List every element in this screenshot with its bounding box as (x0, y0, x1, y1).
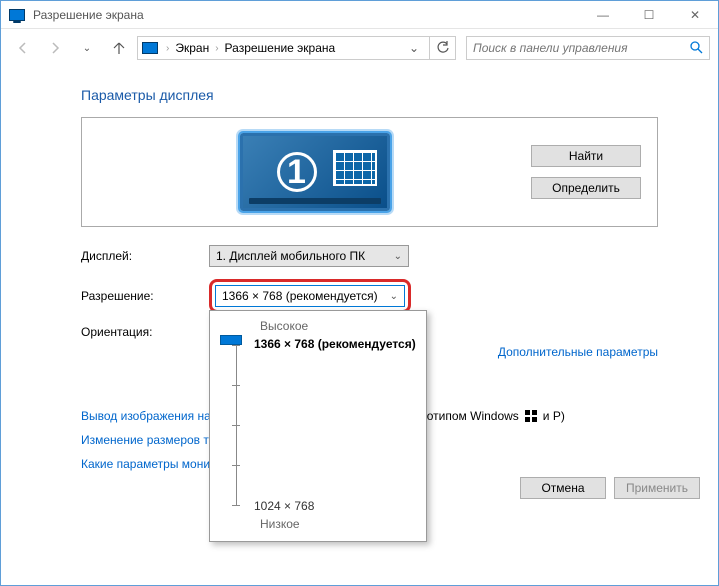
orientation-label: Ориентация: (81, 325, 209, 339)
resolution-select[interactable]: 1366 × 768 (рекомендуется) ⌄ (215, 285, 405, 307)
search-box[interactable] (466, 36, 710, 60)
breadcrumb[interactable]: › Экран › Разрешение экрана ⌄ (137, 36, 430, 60)
apply-button[interactable]: Применить (614, 477, 700, 499)
dropdown-selected[interactable]: 1366 × 768 (рекомендуется) (254, 337, 416, 351)
dropdown-values: 1366 × 768 (рекомендуется) 1024 × 768 (254, 335, 416, 513)
search-input[interactable] (473, 41, 689, 55)
up-button[interactable] (105, 34, 133, 62)
arrow-up-icon (111, 40, 127, 56)
chevron-down-icon: ⌄ (390, 291, 398, 302)
preview-buttons: Найти Определить (531, 145, 641, 199)
search-icon[interactable] (689, 40, 703, 57)
monitor-icon (9, 9, 25, 21)
page-title: Параметры дисплея (81, 87, 658, 103)
dropdown-high-label: Высокое (260, 319, 416, 333)
slider-column (220, 335, 242, 505)
arrow-left-icon (15, 40, 31, 56)
navbar: ⌄ › Экран › Разрешение экрана ⌄ (1, 29, 718, 67)
projector-key: и P) (543, 409, 565, 423)
refresh-button[interactable] (430, 36, 456, 60)
display-label: Дисплей: (81, 249, 209, 263)
resolution-value: 1366 × 768 (рекомендуется) (222, 289, 378, 303)
dropdown-body: 1366 × 768 (рекомендуется) 1024 × 768 (220, 335, 416, 513)
back-button[interactable] (9, 34, 37, 62)
monitor-grid-icon (333, 150, 377, 186)
highlight-box: 1366 × 768 (рекомендуется) ⌄ (209, 279, 411, 313)
dropdown-option-1024[interactable]: 1024 × 768 (254, 499, 416, 513)
footer-buttons: Отмена Применить (520, 477, 700, 499)
chevron-down-icon: ⌄ (394, 251, 402, 262)
chevron-right-icon: › (164, 43, 171, 54)
dropdown-low-label: Низкое (260, 517, 416, 531)
additional-params-link[interactable]: Дополнительные параметры (498, 345, 658, 359)
find-button[interactable]: Найти (531, 145, 641, 167)
display-preview-box: 1 Найти Определить (81, 117, 658, 227)
monitor-number: 1 (277, 152, 317, 192)
cancel-button[interactable]: Отмена (520, 477, 606, 499)
window-title: Разрешение экрана (33, 8, 580, 22)
close-button[interactable]: ✕ (672, 1, 718, 28)
forward-button[interactable] (41, 34, 69, 62)
slider-handle[interactable] (220, 335, 242, 345)
breadcrumb-item-ekran[interactable]: Экран (173, 41, 211, 55)
which-params-link[interactable]: Какие параметры мони (81, 457, 210, 471)
window-controls: — ☐ ✕ (580, 1, 718, 28)
chevron-down-icon[interactable]: ⌄ (403, 41, 425, 55)
row-display: Дисплей: 1. Дисплей мобильного ПК ⌄ (81, 245, 658, 267)
refresh-icon (436, 41, 450, 55)
resolution-label: Разрешение: (81, 289, 209, 303)
monitor-taskbar-icon (249, 198, 381, 204)
display-value: 1. Дисплей мобильного ПК (216, 249, 365, 263)
recent-button[interactable]: ⌄ (73, 34, 101, 62)
display-select[interactable]: 1. Дисплей мобильного ПК ⌄ (209, 245, 409, 267)
slider-track[interactable] (236, 345, 237, 505)
row-resolution: Разрешение: 1366 × 768 (рекомендуется) ⌄ (81, 279, 658, 313)
arrow-right-icon (47, 40, 63, 56)
monitor-icon (142, 42, 158, 54)
resolution-dropdown[interactable]: Высокое 1366 × 768 (рекомендуется) 1024 … (209, 310, 427, 542)
minimize-button[interactable]: — (580, 1, 626, 28)
textsize-link[interactable]: Изменение размеров те (81, 433, 215, 447)
monitor-thumbnail[interactable]: 1 (240, 133, 390, 211)
chevron-right-icon: › (213, 43, 220, 54)
projector-text: отипом Windows (427, 409, 519, 423)
windows-logo-icon (525, 410, 537, 422)
projector-link[interactable]: Вывод изображения на (81, 409, 211, 423)
maximize-button[interactable]: ☐ (626, 1, 672, 28)
preview-center: 1 (98, 133, 531, 211)
titlebar: Разрешение экрана — ☐ ✕ (1, 1, 718, 29)
breadcrumb-item-resolution[interactable]: Разрешение экрана (223, 41, 338, 55)
detect-button[interactable]: Определить (531, 177, 641, 199)
